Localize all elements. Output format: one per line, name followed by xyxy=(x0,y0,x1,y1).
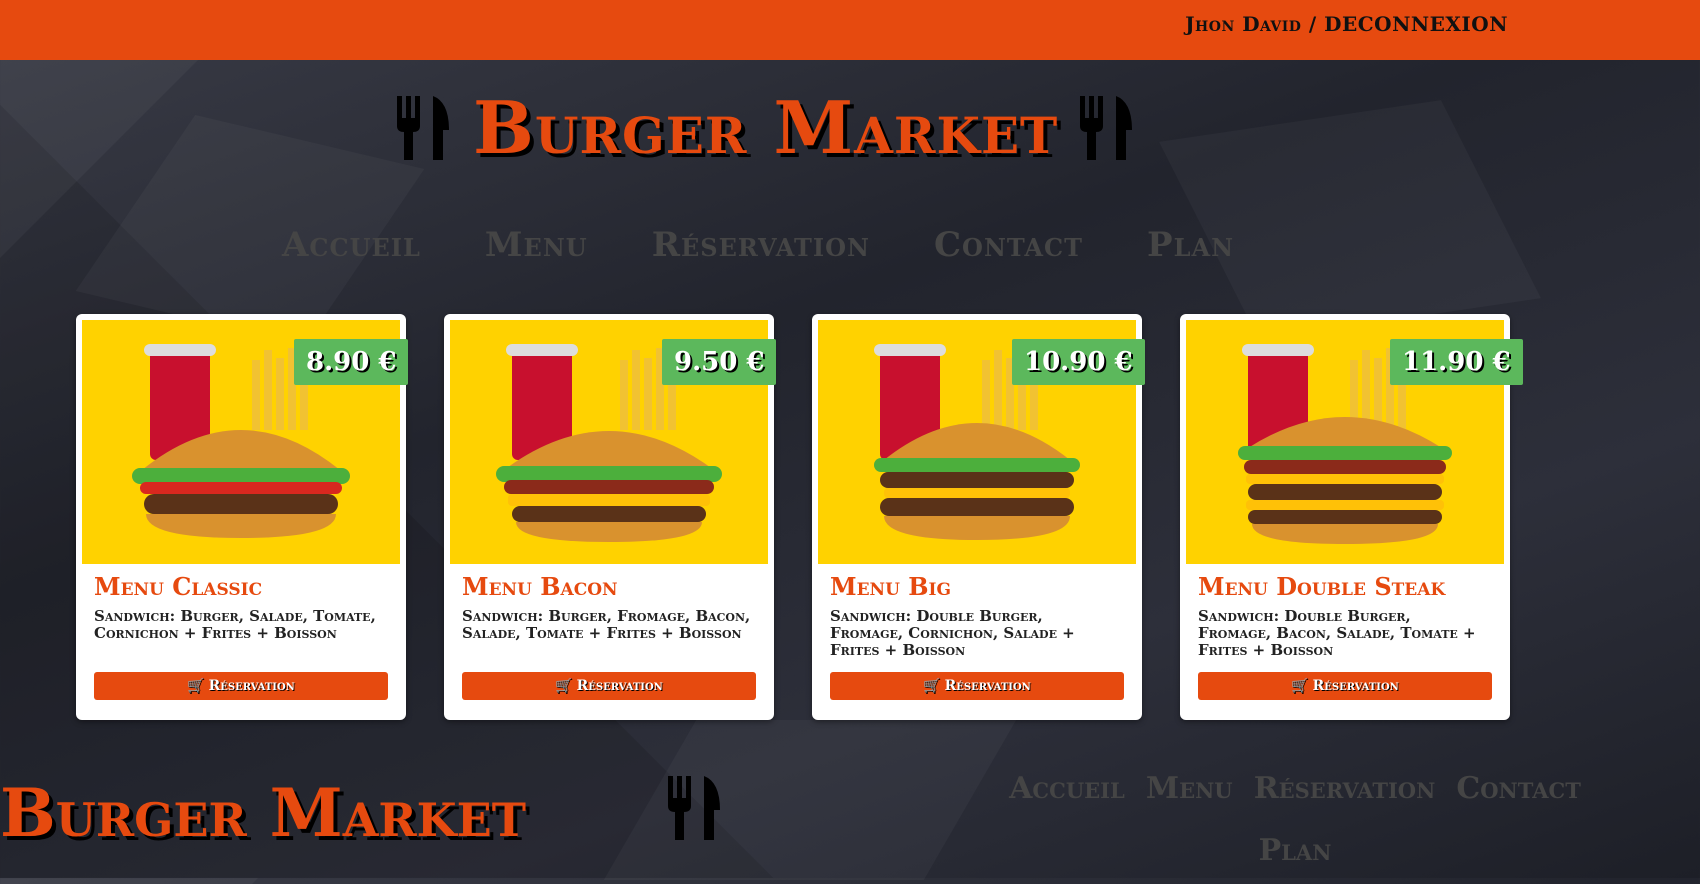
menu-title: Menu Classic xyxy=(94,572,263,601)
menu-title: Menu Bacon xyxy=(462,572,618,601)
reservation-button-label: Réservation xyxy=(576,678,663,694)
footer-nav: Accueil Menu Réservation Contact Plan xyxy=(905,760,1685,884)
footer-nav-reservation[interactable]: Réservation xyxy=(1254,771,1436,806)
cart-icon: 🛒 xyxy=(1291,678,1309,694)
main-nav: Accueil Menu Réservation Contact Plan xyxy=(282,225,1298,265)
top-bar: Jhon David / DECONNEXION xyxy=(0,0,1700,60)
cart-icon: 🛒 xyxy=(923,678,941,694)
price-badge: 10.90 € xyxy=(1012,339,1145,385)
reservation-button[interactable]: 🛒 Réservation xyxy=(1198,672,1492,700)
footer-nav-contact[interactable]: Contact xyxy=(1456,771,1580,806)
menu-description: Sandwich: Burger, Salade, Tomate, Cornic… xyxy=(94,607,376,642)
nav-contact[interactable]: Contact xyxy=(934,225,1083,265)
cutlery-icon xyxy=(397,96,449,160)
reservation-button[interactable]: 🛒 Réservation xyxy=(462,672,756,700)
reservation-button-label: Réservation xyxy=(1312,678,1399,694)
reservation-button-label: Réservation xyxy=(208,678,295,694)
reservation-button-label: Réservation xyxy=(944,678,1031,694)
reservation-button[interactable]: 🛒 Réservation xyxy=(830,672,1124,700)
nav-plan[interactable]: Plan xyxy=(1147,225,1234,265)
cutlery-icon xyxy=(1080,96,1133,160)
footer-nav-plan[interactable]: Plan xyxy=(1259,833,1332,868)
price-badge: 11.90 € xyxy=(1390,339,1523,385)
reservation-button[interactable]: 🛒 Réservation xyxy=(94,672,388,700)
cart-icon: 🛒 xyxy=(555,678,573,694)
cutlery-icon xyxy=(668,776,720,840)
nav-reservation[interactable]: Réservation xyxy=(652,225,870,265)
nav-accueil[interactable]: Accueil xyxy=(282,225,421,265)
nav-menu[interactable]: Menu xyxy=(485,225,588,265)
footer-nav-accueil[interactable]: Accueil xyxy=(1009,771,1125,806)
menu-description: Sandwich: Double Burger, Fromage, Cornic… xyxy=(830,607,1075,659)
menu-title: Menu Double Steak xyxy=(1198,572,1446,601)
footer-title: Burger Market xyxy=(0,774,526,852)
footer-nav-menu[interactable]: Menu xyxy=(1146,771,1233,806)
price-badge: 8.90 € xyxy=(294,339,409,385)
site-title: Burger Market xyxy=(473,85,1059,170)
site-brand: Burger Market xyxy=(393,92,1138,164)
background-polygon xyxy=(1159,100,1541,340)
menu-description: Sandwich: Double Burger, Fromage, Bacon,… xyxy=(1198,607,1476,659)
cart-icon: 🛒 xyxy=(187,678,205,694)
user-logout-link[interactable]: Jhon David / DECONNEXION xyxy=(1185,12,1508,36)
menu-title: Menu Big xyxy=(830,572,951,601)
price-badge: 9.50 € xyxy=(662,339,777,385)
menu-description: Sandwich: Burger, Fromage, Bacon, Salade… xyxy=(462,607,751,642)
